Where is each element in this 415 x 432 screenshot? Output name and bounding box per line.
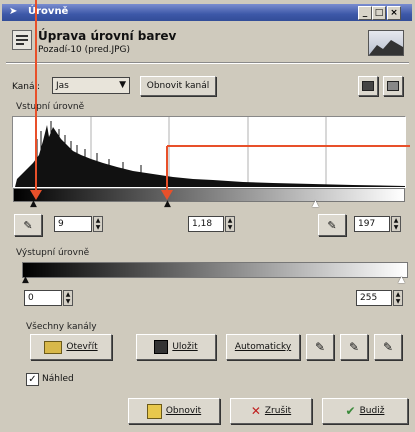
eyedropper-icon: ✎: [23, 218, 33, 232]
input-high-spinner[interactable]: ▲ ▼: [391, 216, 401, 232]
reset-button[interactable]: Obnovit: [128, 398, 220, 424]
output-gradient-bar: [22, 262, 408, 278]
output-low-spinner[interactable]: ▲ ▼: [63, 290, 73, 306]
input-low-field[interactable]: 9: [54, 216, 92, 232]
output-low-field[interactable]: 0: [24, 290, 62, 306]
eyedropper-icon: ✎: [314, 340, 326, 354]
input-low-spinner[interactable]: ▲ ▼: [93, 216, 103, 232]
preview-checkbox[interactable]: ✓: [26, 373, 39, 386]
output-high-spinner[interactable]: ▲ ▼: [393, 290, 403, 306]
output-low-handle[interactable]: ▲: [22, 276, 29, 285]
save-button[interactable]: Uložit: [136, 334, 216, 360]
eyedropper-icon: ✎: [382, 340, 394, 354]
floppy-disk-icon: [154, 340, 169, 354]
white-eyedropper-button[interactable]: ✎: [374, 334, 402, 360]
preview-label: Náhled: [42, 374, 74, 384]
output-high-field[interactable]: 255: [356, 290, 392, 306]
input-gamma-field[interactable]: 1,18: [188, 216, 224, 232]
output-levels-label: Výstupní úrovně: [16, 248, 90, 258]
cancel-button[interactable]: ✕ Zrušit: [230, 398, 312, 424]
black-eyedropper-button[interactable]: ✎: [306, 334, 334, 360]
all-channels-label: Všechny kanály: [26, 322, 97, 332]
white-point-picker-button[interactable]: ✎: [318, 214, 346, 236]
output-high-handle[interactable]: ▲: [398, 276, 405, 285]
input-high-field[interactable]: 197: [354, 216, 390, 232]
gray-eyedropper-button[interactable]: ✎: [340, 334, 368, 360]
cancel-x-icon: ✕: [250, 404, 261, 418]
ok-icon: ✔: [345, 404, 356, 418]
annotation-arrows: [30, 0, 410, 200]
input-gamma-spinner[interactable]: ▲ ▼: [225, 216, 235, 232]
ok-button[interactable]: ✔ Budiž: [322, 398, 408, 424]
auto-levels-button[interactable]: Automaticky: [226, 334, 300, 360]
black-point-picker-button[interactable]: ✎: [14, 214, 42, 236]
reset-icon: [146, 403, 162, 419]
eyedropper-icon: ✎: [327, 218, 337, 232]
eyedropper-icon: ✎: [348, 340, 360, 354]
open-button[interactable]: Otevřít: [30, 334, 112, 360]
folder-icon: [44, 340, 63, 354]
